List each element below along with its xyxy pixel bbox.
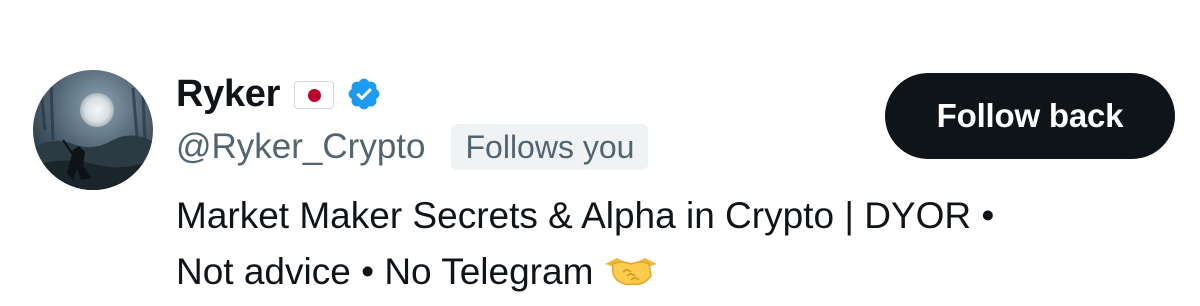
verified-badge-icon[interactable] [346, 76, 382, 112]
profile-bio: Market Maker Secrets & Alpha in Crypto |… [176, 188, 1166, 300]
follow-back-button[interactable]: Follow back [885, 73, 1175, 159]
profile-card: Ryker @Ryker_Crypto Follows you Follow b… [0, 0, 1200, 306]
avatar[interactable] [33, 70, 153, 190]
handshake-icon [605, 258, 658, 286]
user-handle[interactable]: @Ryker_Crypto [176, 122, 425, 172]
follows-you-badge: Follows you [451, 124, 649, 170]
bio-text: Not advice • No Telegram [176, 251, 594, 292]
japan-flag-icon [294, 81, 335, 109]
name-row: Ryker [176, 70, 382, 118]
bio-line: Market Maker Secrets & Alpha in Crypto |… [176, 188, 1166, 244]
bio-text: Market Maker Secrets & Alpha in Crypto |… [176, 195, 995, 236]
handle-row: @Ryker_Crypto Follows you [176, 122, 649, 172]
display-name[interactable]: Ryker [176, 70, 280, 118]
bio-line: Not advice • No Telegram [176, 244, 1166, 300]
